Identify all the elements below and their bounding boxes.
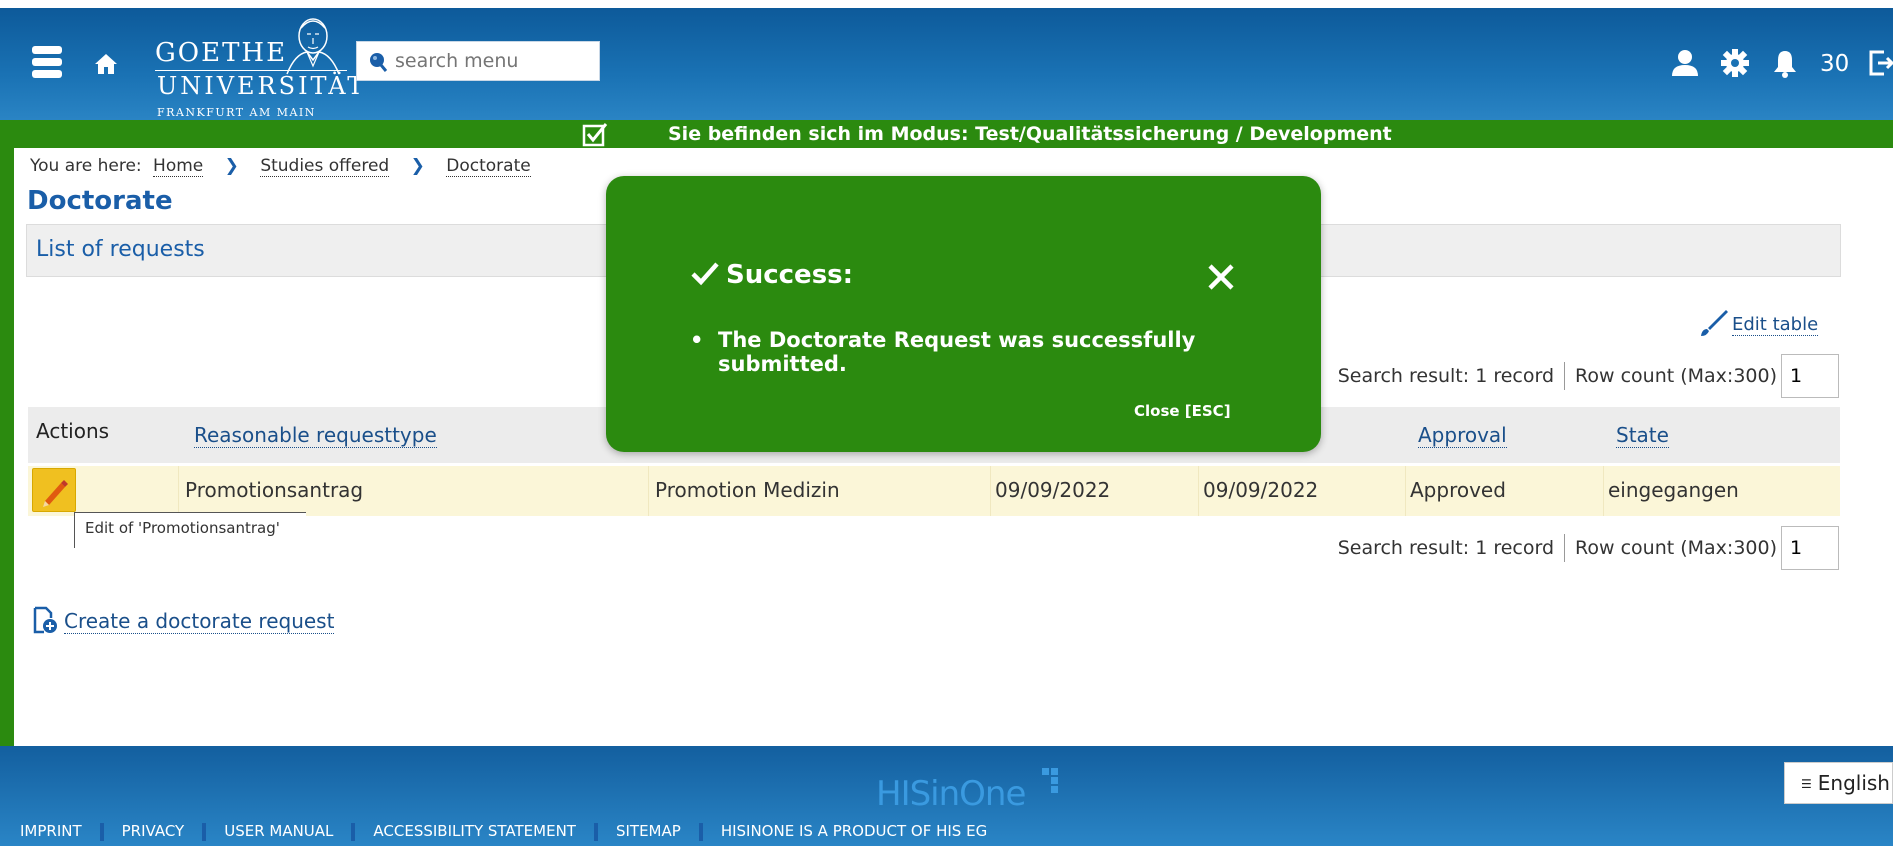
edit-table-label: Edit table [1732,314,1819,336]
search-result-text: Search result: 1 record [1337,365,1555,387]
search-box [356,41,600,81]
footer-link-imprint[interactable]: IMPRINT [20,822,82,840]
user-icon[interactable] [1670,48,1700,78]
home-icon[interactable] [92,50,120,78]
cell-approval: Approved [1410,478,1506,502]
university-logo[interactable]: GOETHE UNIVERSITÄT FRANKFURT AM MAIN [155,18,363,119]
page-title: Doctorate [27,186,173,216]
top-strip [0,0,1893,8]
footer-link-product[interactable]: HISINONE IS A PRODUCT OF HIS EG [721,822,987,840]
hisinone-dots-icon [1042,768,1058,793]
column-header-state[interactable]: State [1616,423,1669,448]
breadcrumb: You are here: Home ❯ Studies offered ❯ D… [30,156,537,177]
add-document-icon [33,606,57,634]
notification-count[interactable]: 30 [1820,51,1849,77]
cell-requesttype: Promotionsantrag [185,478,364,502]
mode-text: Sie befinden sich im Modus: Test/Qualitä… [668,123,1392,145]
breadcrumb-prefix: You are here: [30,156,142,176]
bullet: • [690,328,704,352]
footer: HISinOne IMPRINT PRIVACY USER MANUAL ACCESS… [0,746,1893,846]
dialog-title-text: Success: [726,260,854,290]
create-link-label: Create a doctorate request [64,609,335,634]
cell-date-1: 09/09/2022 [995,478,1111,502]
close-icon[interactable] [1204,260,1238,294]
checkbox-icon [582,123,608,147]
dialog-title: Success: [690,260,853,290]
footer-link-sitemap[interactable]: SITEMAP [616,822,681,840]
result-bar-top: Search result: 1 record Row count (Max:30… [1338,354,1839,398]
close-esc-button[interactable]: Close [ESC] [1134,402,1231,420]
footer-link-privacy[interactable]: PRIVACY [122,822,185,840]
brush-icon [1701,310,1728,336]
dialog-message: • The Doctorate Request was successfully… [690,328,1210,376]
row-count-input[interactable] [1781,354,1839,398]
chevron-right-icon: ❯ [224,156,239,176]
language-label: English [1817,771,1890,795]
row-count-label: Row count (Max:300) [1575,365,1777,387]
footer-links: IMPRINT PRIVACY USER MANUAL ACCESSIBILITY S… [20,822,987,841]
uk-flag-icon: ☰ [1801,777,1812,791]
bell-icon[interactable] [1770,48,1800,78]
success-dialog: Success: • The Doctorate Request was suc… [606,176,1321,452]
language-selector[interactable]: ☰ English [1784,762,1893,804]
logo-line1: GOETHE [155,38,288,68]
page: GOETHE UNIVERSITÄT FRANKFURT AM MAIN sea… [0,0,1893,846]
checkmark-icon [691,262,719,286]
menu-icon[interactable] [32,46,62,80]
logo-line2: UNIVERSITÄT [157,72,367,100]
panel-title: List of requests [36,237,205,262]
cell-state: eingegangen [1608,478,1739,502]
breadcrumb-doctorate[interactable]: Doctorate [446,156,531,177]
row-count-label: Row count (Max:300) [1575,537,1777,559]
column-header-approval[interactable]: Approval [1418,423,1507,448]
mode-bar: Sie befinden sich im Modus: Test/Qualitä… [0,120,1893,148]
cell-date-2: 09/09/2022 [1203,478,1319,502]
dialog-message-text: The Doctorate Request was successfully s… [718,328,1196,376]
chevron-right-icon: ❯ [410,156,425,176]
edit-row-button[interactable] [32,468,76,512]
result-bar-bottom: Search result: 1 record Row count (Max:30… [1338,526,1839,570]
header: GOETHE UNIVERSITÄT FRANKFURT AM MAIN sea… [0,8,1893,120]
hisinone-logo: HISinOne [876,774,1026,814]
edit-tooltip: Edit of 'Promotionsantrag' [74,512,306,548]
search-icon [370,53,388,72]
left-accent-bar [0,148,14,746]
cell-program: Promotion Medizin [655,478,840,502]
row-count-input[interactable] [1781,526,1839,570]
footer-link-user-manual[interactable]: USER MANUAL [224,822,333,840]
logo-line3: FRANKFURT AM MAIN [157,106,316,119]
breadcrumb-home[interactable]: Home [153,156,204,177]
edit-table-link[interactable]: Edit table [1698,308,1819,338]
breadcrumb-studies-offered[interactable]: Studies offered [260,156,390,177]
logout-icon[interactable] [1868,48,1893,78]
search-input[interactable] [395,48,591,74]
gear-icon[interactable] [1720,48,1750,78]
table-row[interactable]: Promotionsantrag Promotion Medizin 09/09… [28,466,1840,516]
column-header-actions: Actions [36,419,110,443]
goethe-portrait-icon [286,18,340,75]
footer-link-accessibility[interactable]: ACCESSIBILITY STATEMENT [373,822,576,840]
column-header-requesttype[interactable]: Reasonable requesttype [194,423,437,448]
create-doctorate-request-link[interactable]: Create a doctorate request [32,606,335,634]
search-result-text: Search result: 1 record [1337,537,1555,559]
pencil-icon [43,480,68,507]
